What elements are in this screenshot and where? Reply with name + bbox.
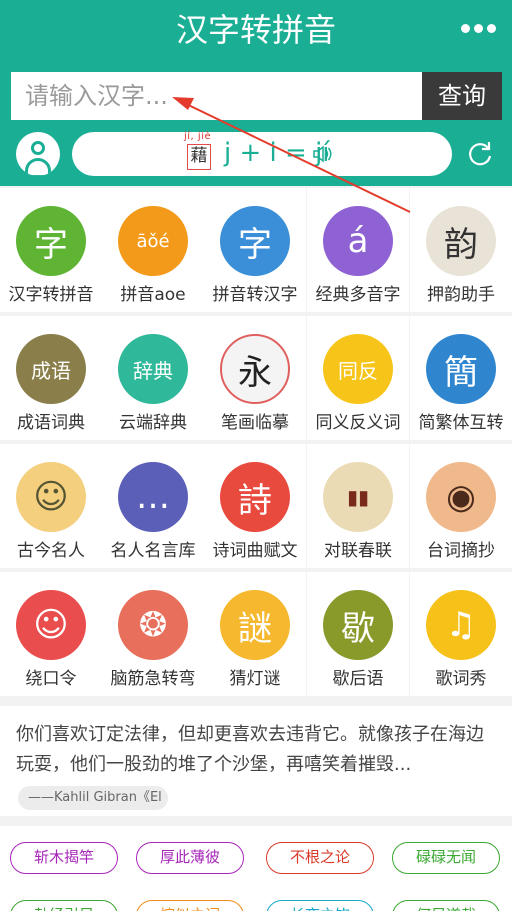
quote-card[interactable]: 你们喜欢订定法律，但却更喜欢去违背它。就像孩子在海边玩耍，他们一股劲的堆了个沙堡… [0,706,512,816]
feature-label: 台词摘抄 [427,541,495,561]
pinyin-to-hanzi-icon: 字 [220,206,290,276]
feature-synonym-antonym[interactable]: 同反 同义反义词 [307,316,409,440]
famous-people-icon: ☺ [16,462,86,532]
feature-film-lines[interactable]: ◉ 台词摘抄 [410,444,512,568]
feature-lyrics[interactable]: ♫ 歌词秀 [410,572,512,696]
feature-label: 歇后语 [332,669,384,689]
feature-label: 押韵助手 [427,285,495,305]
cloud-dictionary-icon: 辞典 [118,334,188,404]
simplified-traditional-icon: 簡 [426,334,496,404]
feature-famous-people[interactable]: ☺ 古今名人 [0,444,102,568]
polyphone-icon: á [323,206,393,276]
idiom-tag[interactable]: 何足道哉 [392,900,500,911]
banner-pinyin-hint: jí, jiè [184,131,212,142]
synonym-antonym-icon: 同反 [323,334,393,404]
feature-pinyin-to-hanzi[interactable]: 字拼音转汉字 [204,188,306,312]
feature-lantern-riddle[interactable]: 謎猜灯谜 [204,572,306,696]
feature-hanzi-to-pinyin[interactable]: 字汉字转拼音 [0,188,102,312]
feature-label: 猜灯谜 [229,669,281,689]
brain-teaser-icon: ❂ [118,590,188,660]
feature-label: 拼音aoe [120,285,186,305]
xiehouyu-icon: 歇 [323,590,393,660]
feature-label: 歌词秀 [435,669,487,689]
feature-label: 笔画临摹 [221,413,289,433]
idiom-tag[interactable]: 长夜之饮 [266,900,374,911]
search-button[interactable]: 查询 [422,72,502,120]
film-lines-icon: ◉ [426,462,496,532]
couplet-icon: ▮▮ [323,462,393,532]
banner-character: 藉 [187,144,211,170]
feature-pinyin-aoe[interactable]: āǒé 拼音aoe [102,188,204,312]
feature-simplified-traditional[interactable]: 簡简繁体互转 [410,316,512,440]
feature-polyphone[interactable]: á 经典多音字 [307,188,409,312]
feature-brain-teaser[interactable]: ❂ 脑筋急转弯 [102,572,204,696]
feature-label: 简繁体互转 [418,413,504,433]
quote-author: ——Kahlil Gibran《El [18,786,168,810]
feature-famous-quotes[interactable]: … 名人名言库 [102,444,204,568]
feature-rhyme[interactable]: 韵押韵助手 [410,188,512,312]
stroke-practice-icon: 永 [220,334,290,404]
feature-stroke-practice[interactable]: 永笔画临摹 [204,316,306,440]
idiom-tag[interactable]: 勃经引另 [10,900,118,911]
feature-label: 脑筋急转弯 [110,669,196,689]
refresh-icon[interactable] [466,140,494,168]
feature-label: 诗词曲赋文 [212,541,298,561]
feature-label: 成语词典 [17,413,85,433]
idiom-tag[interactable]: 厚此薄彼 [136,842,244,874]
feature-xiehouyu[interactable]: 歇歇后语 [307,572,409,696]
famous-quotes-icon: … [118,462,188,532]
poetry-icon: 詩 [220,462,290,532]
idiom-dictionary-icon: 成语 [16,334,86,404]
app-header: 汉字转拼音 查询 jí, jiè 藉 j + i = jí [0,0,512,186]
search-input[interactable] [11,72,422,120]
tongue-twister-icon: ☺ [16,590,86,660]
feature-label: 绕口令 [25,669,77,689]
feature-label: 云端辞典 [119,413,187,433]
more-dots-icon[interactable] [458,14,498,42]
feature-cloud-dictionary[interactable]: 辞典 云端辞典 [102,316,204,440]
feature-couplet[interactable]: ▮▮ 对联春联 [307,444,409,568]
feature-label: 经典多音字 [315,285,401,305]
lantern-riddle-icon: 謎 [220,590,290,660]
idiom-tags: 斩木揭竿厚此薄彼不根之论碌碌无闻勃经引另 惋似之词 长夜之饮 何足道哉 [0,826,512,911]
feature-label: 拼音转汉字 [212,285,298,305]
feature-label: 名人名言库 [110,541,196,561]
idiom-tag[interactable]: 斩木揭竿 [10,842,118,874]
speaker-icon[interactable] [312,144,334,164]
feature-poetry[interactable]: 詩诗词曲赋文 [204,444,306,568]
idiom-tag[interactable]: 不根之论 [266,842,374,874]
idiom-tag[interactable]: 碌碌无闻 [392,842,500,874]
rhyme-icon: 韵 [426,206,496,276]
idiom-tag[interactable]: 惋似之词 [136,900,244,911]
quote-text: 你们喜欢订定法律，但却更喜欢去违背它。就像孩子在海边玩耍，他们一股劲的堆了个沙堡… [16,724,484,775]
lyrics-icon: ♫ [426,590,496,660]
feature-tongue-twister[interactable]: ☺ 绕口令 [0,572,102,696]
user-avatar-icon[interactable] [16,132,60,176]
pinyin-aoe-icon: āǒé [118,206,188,276]
feature-label: 对联春联 [324,541,392,561]
hanzi-to-pinyin-icon: 字 [16,206,86,276]
feature-label: 汉字转拼音 [8,285,94,305]
feature-label: 古今名人 [17,541,85,561]
feature-label: 同义反义词 [315,413,401,433]
page-title: 汉字转拼音 [175,11,336,49]
pinyin-banner[interactable]: jí, jiè 藉 j + i = jí [72,131,452,176]
feature-idiom-dictionary[interactable]: 成语 成语词典 [0,316,102,440]
